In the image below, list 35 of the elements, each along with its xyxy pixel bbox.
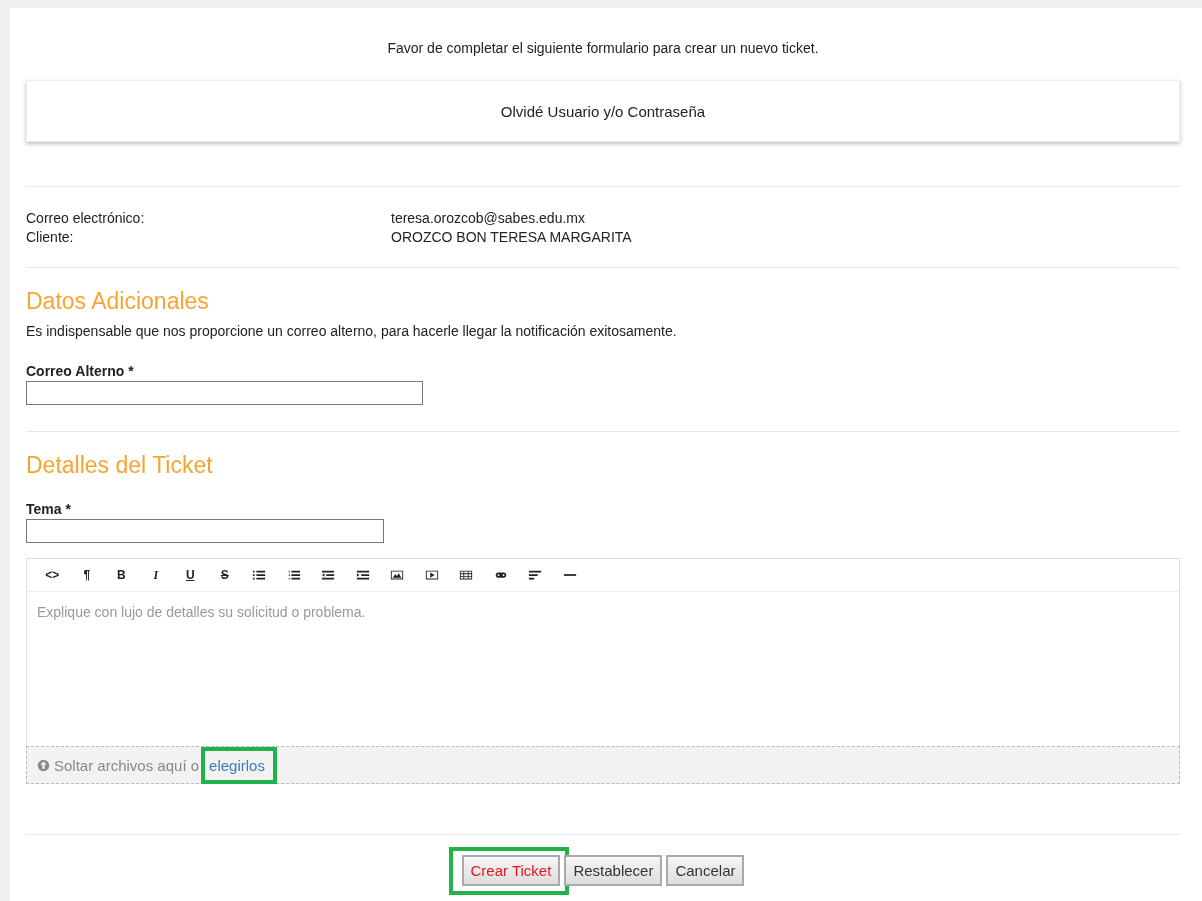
toolbar-button[interactable]: I xyxy=(138,567,173,583)
dropzone-text: Soltar archivos aquí o xyxy=(54,756,200,774)
numbers-icon xyxy=(286,568,301,582)
toolbar-button[interactable]: <> xyxy=(35,568,70,582)
info-label: Correo electrónico: xyxy=(26,209,146,228)
forgot-credentials-link[interactable]: Olvidé Usuario y/o Contraseña xyxy=(26,80,1180,142)
rich-text-editor[interactable]: <> ¶ B I U S Explique con lujo de detalles su solicitud o problema. Soltar archivos aquí o elegirlos xyxy=(26,558,1180,784)
field-label: Correo Alterno * xyxy=(26,363,135,379)
upload-icon xyxy=(37,758,50,772)
section-note: Es indispensable que nos proporcione un correo alterno, para hacerle llegar la notificación exitosamente. xyxy=(26,323,677,339)
field-label: Tema * xyxy=(26,501,72,517)
form-button[interactable]: Restablecer xyxy=(564,855,663,886)
info-label: Cliente: xyxy=(26,228,75,247)
input-field[interactable] xyxy=(26,519,384,543)
intro-text: Favor de completar el siguiente formulario para crear un nuevo ticket. xyxy=(387,40,819,56)
bullets-icon xyxy=(252,568,267,582)
indent-icon xyxy=(355,568,370,582)
form-button[interactable]: Cancelar xyxy=(666,855,745,886)
form-button[interactable]: Crear Ticket xyxy=(461,855,561,886)
image-icon xyxy=(390,568,405,582)
video-icon xyxy=(424,568,439,582)
input-field[interactable] xyxy=(26,381,423,405)
align-icon xyxy=(528,568,543,582)
file-dropzone[interactable]: Soltar archivos aquí o elegirlos xyxy=(26,746,1180,784)
choose-files-link[interactable]: elegirlos xyxy=(209,756,265,774)
info-value: teresa.orozcob@sabes.edu.mx xyxy=(391,209,586,228)
section-heading: Datos Adicionales xyxy=(26,287,210,316)
toolbar-button[interactable]: S xyxy=(207,568,242,582)
outdent-icon xyxy=(321,568,336,582)
toolbar-button[interactable]: U xyxy=(173,568,208,582)
toolbar-button[interactable]: B xyxy=(104,568,139,582)
info-value: OROZCO BON TERESA MARGARITA xyxy=(391,228,632,247)
toolbar-button[interactable]: ¶ xyxy=(69,568,104,582)
table-icon xyxy=(459,568,474,582)
section-heading: Detalles del Ticket xyxy=(26,451,214,480)
